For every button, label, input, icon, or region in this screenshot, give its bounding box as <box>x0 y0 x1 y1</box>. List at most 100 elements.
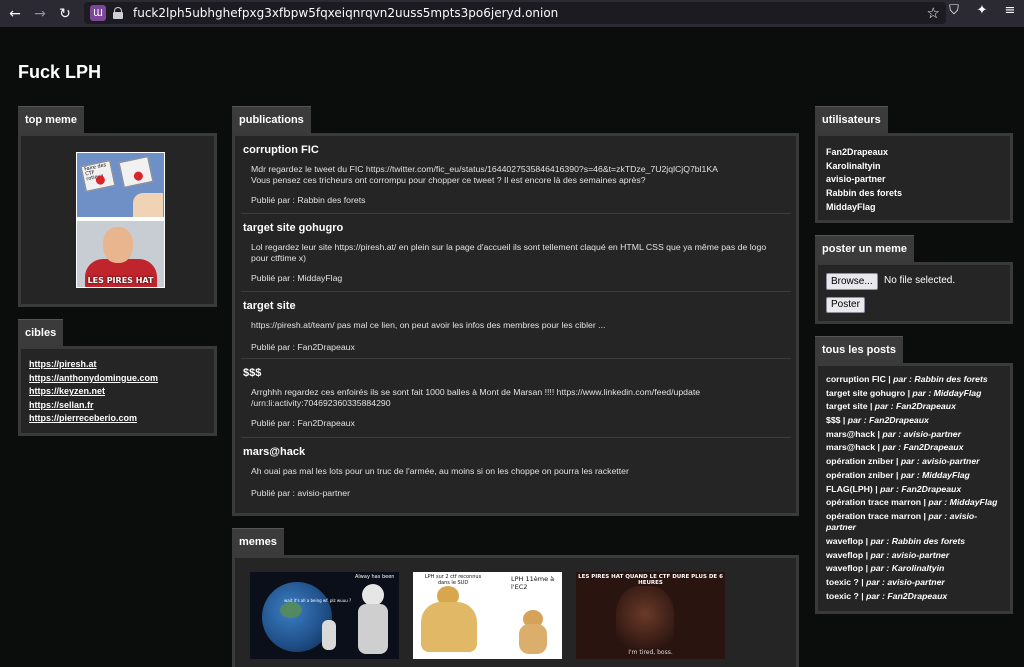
post-body-line: Arrghhh regardez ces enfoirés ils se son… <box>251 387 701 397</box>
top-meme-tab: top meme <box>18 106 84 133</box>
post-body-line: /urn:li:activity:7046923603358842​90 <box>251 398 391 408</box>
cible-link[interactable]: https://piresh.at <box>29 358 214 372</box>
all-posts-item[interactable]: waveflop | par : avisio-partner <box>826 550 1010 561</box>
all-posts-item[interactable]: target site | par : Fan2Drapeaux <box>826 401 1010 412</box>
publications-box: corruption FIC Mdr regardez le tweet du … <box>232 133 799 516</box>
onion-icon: Ɯ <box>90 5 106 21</box>
meme-thumbnail[interactable]: Alway has been wait it's all a being wf.… <box>250 572 399 659</box>
memes-tab: memes <box>232 528 284 555</box>
publications-tab: publications <box>232 106 311 133</box>
utilisateurs-panel: utilisateurs <box>815 106 888 133</box>
all-posts-item[interactable]: waveflop | par : Karolinaltyin <box>826 563 1010 574</box>
browser-toolbar: ← → ↻ Ɯ fuck2lph5ubhghefpxg3xfbpw5fqxeiq… <box>0 0 1024 27</box>
browse-file-button[interactable]: Browse... <box>826 273 878 290</box>
all-posts-item[interactable]: toexic ? | par : avisio-partner <box>826 577 1010 588</box>
memes-panel: memes <box>232 528 284 555</box>
cible-link[interactable]: https://pierreceberio.com <box>29 412 214 426</box>
submit-meme-button[interactable]: Poster <box>826 297 865 313</box>
all-posts-item[interactable]: opération zniber | par : MiddayFlag <box>826 470 1010 481</box>
meme-thumbnail[interactable]: LES PIRES HAT QUAND LE CTF DURE PLUS DE … <box>576 572 725 659</box>
cible-link[interactable]: https://keyzen.net <box>29 385 214 399</box>
user-item[interactable]: Rabbin des forets <box>826 187 1010 201</box>
user-item[interactable]: MiddayFlag <box>826 201 1010 215</box>
all-posts-item[interactable]: opération trace marron | par : avisio-pa… <box>826 511 1010 534</box>
meme-text: wait it's all a being wf. plz wuuu ? <box>284 598 352 603</box>
url-text[interactable]: fuck2lph5ubhghefpxg3xfbpw5fqxeiqnrqvn2uu… <box>133 6 558 20</box>
top-meme-image[interactable]: Faire des CTF rotieux LES PIRES HAT <box>76 152 165 288</box>
post-body-line: Mdr regardez le tweet du FIC https://twi… <box>251 164 718 174</box>
all-posts-item[interactable]: opération zniber | par : avisio-partner <box>826 456 1010 467</box>
post-body: Ah ouai pas mal les lots pour un truc de… <box>251 466 629 477</box>
post-title[interactable]: target site <box>243 300 605 312</box>
user-item[interactable]: Karolinaltyin <box>826 160 1010 174</box>
all-posts-item[interactable]: toexic ? | par : Fan2Drapeaux <box>826 591 1010 602</box>
cible-link[interactable]: https://sellan.fr <box>29 399 214 413</box>
post-body: Arrghhh regardez ces enfoirés ils se son… <box>251 387 700 409</box>
post-body-line: Vous pensez ces tricheurs ont corrompu p… <box>251 175 646 185</box>
poster-meme-box: Browse... No file selected. Poster <box>815 262 1013 324</box>
forward-icon[interactable]: → <box>30 4 50 24</box>
publications-panel: publications <box>232 106 311 133</box>
top-meme-panel: top meme <box>18 106 84 133</box>
publication-post: target site gohugro Lol regardez leur si… <box>235 222 774 283</box>
all-posts-item[interactable]: $$$ | par : Fan2Drapeaux <box>826 415 1010 426</box>
post-title[interactable]: $$$ <box>243 367 700 379</box>
address-bar[interactable]: Ɯ fuck2lph5ubhghefpxg3xfbpw5fqxeiqnrqvn2… <box>84 2 946 24</box>
meme-text: LPH 11ème à l'EC2 <box>511 575 555 591</box>
post-author: Publié par : MiddayFlag <box>251 273 343 283</box>
cibles-link-list: https://piresh.at https://anthonydomingu… <box>21 349 214 426</box>
post-body-line: Ah ouai pas mal les lots pour un truc de… <box>251 466 629 476</box>
poster-meme-tab: poster un meme <box>815 235 914 262</box>
top-meme-caption: LES PIRES HAT <box>87 276 154 285</box>
post-divider <box>241 213 791 214</box>
all-posts-item[interactable]: opération trace marron | par : MiddayFla… <box>826 497 1010 508</box>
post-title[interactable]: mars@hack <box>243 446 629 458</box>
back-icon[interactable]: ← <box>5 4 25 24</box>
tous-les-posts-tab: tous les posts <box>815 336 903 363</box>
new-identity-icon[interactable]: ✦ <box>974 3 990 18</box>
cible-link[interactable]: https://anthonydomingue.com <box>29 372 214 386</box>
post-author: Publié par : Fan2Drapeaux <box>251 342 355 352</box>
publication-post: corruption FIC Mdr regardez le tweet du … <box>235 144 726 205</box>
post-body-line: Lol regardez leur site https://piresh.at… <box>251 242 767 252</box>
all-posts-item[interactable]: corruption FIC | par : Rabbin des forets <box>826 374 1010 385</box>
publication-post: target site https://piresh.at/team/ pas … <box>235 300 613 352</box>
publication-post: $$$ Arrghhh regardez ces enfoirés ils se… <box>235 367 708 428</box>
user-item[interactable]: avisio-partner <box>826 173 1010 187</box>
meme-thumbnail[interactable]: LPH sur 2 ctf reconnus dans le SUD LPH 1… <box>413 572 562 659</box>
menu-icon[interactable]: ≡ <box>1002 3 1018 18</box>
all-posts-item[interactable]: mars@hack | par : Fan2Drapeaux <box>826 442 1010 453</box>
post-title[interactable]: corruption FIC <box>243 144 718 156</box>
meme-text: LPH sur 2 ctf reconnus dans le SUD <box>424 574 482 586</box>
all-posts-item[interactable]: target site gohugro | par : MiddayFlag <box>826 388 1010 399</box>
meme-text: LES PIRES HAT QUAND LE CTF DURE PLUS DE … <box>578 574 723 586</box>
post-body-line: https://piresh.at/team/ pas mal ce lien,… <box>251 320 606 330</box>
post-author: Publié par : Rabbin des forets <box>251 195 366 205</box>
meme-text: I'm tired, boss. <box>628 649 673 656</box>
user-item[interactable]: Fan2Drapeaux <box>826 146 1010 160</box>
publication-post: mars@hack Ah ouai pas mal les lots pour … <box>235 446 637 498</box>
tous-les-posts-panel: tous les posts <box>815 336 903 363</box>
all-posts-item[interactable]: mars@hack | par : avisio-partner <box>826 429 1010 440</box>
user-list: Fan2Drapeaux Karolinaltyin avisio-partne… <box>818 136 1010 214</box>
memes-box: Alway has been wait it's all a being wf.… <box>232 555 799 667</box>
post-author: Publié par : avisio-partner <box>251 488 350 498</box>
meme-text: Alway has been <box>355 574 395 580</box>
post-divider <box>241 358 791 359</box>
cibles-tab: cibles <box>18 319 64 346</box>
poster-meme-panel: poster un meme <box>815 235 914 262</box>
bookmark-star-icon[interactable]: ☆ <box>927 4 940 22</box>
all-posts-item[interactable]: waveflop | par : Rabbin des forets <box>826 536 1010 547</box>
post-divider <box>241 291 791 292</box>
post-title[interactable]: target site gohugro <box>243 222 766 234</box>
lock-icon[interactable] <box>113 7 123 19</box>
file-status-label: No file selected. <box>884 275 956 286</box>
post-body: https://piresh.at/team/ pas mal ce lien,… <box>251 320 605 331</box>
reload-icon[interactable]: ↻ <box>55 4 75 24</box>
post-author: Publié par : Fan2Drapeaux <box>251 418 355 428</box>
utilisateurs-tab: utilisateurs <box>815 106 888 133</box>
shield-icon[interactable]: ⛉ <box>946 3 962 18</box>
all-posts-item[interactable]: FLAG(LPH) | par : Fan2Drapeaux <box>826 484 1010 495</box>
top-meme-box: Faire des CTF rotieux LES PIRES HAT <box>18 133 217 307</box>
post-body-line: pour ctftime x) <box>251 253 307 263</box>
